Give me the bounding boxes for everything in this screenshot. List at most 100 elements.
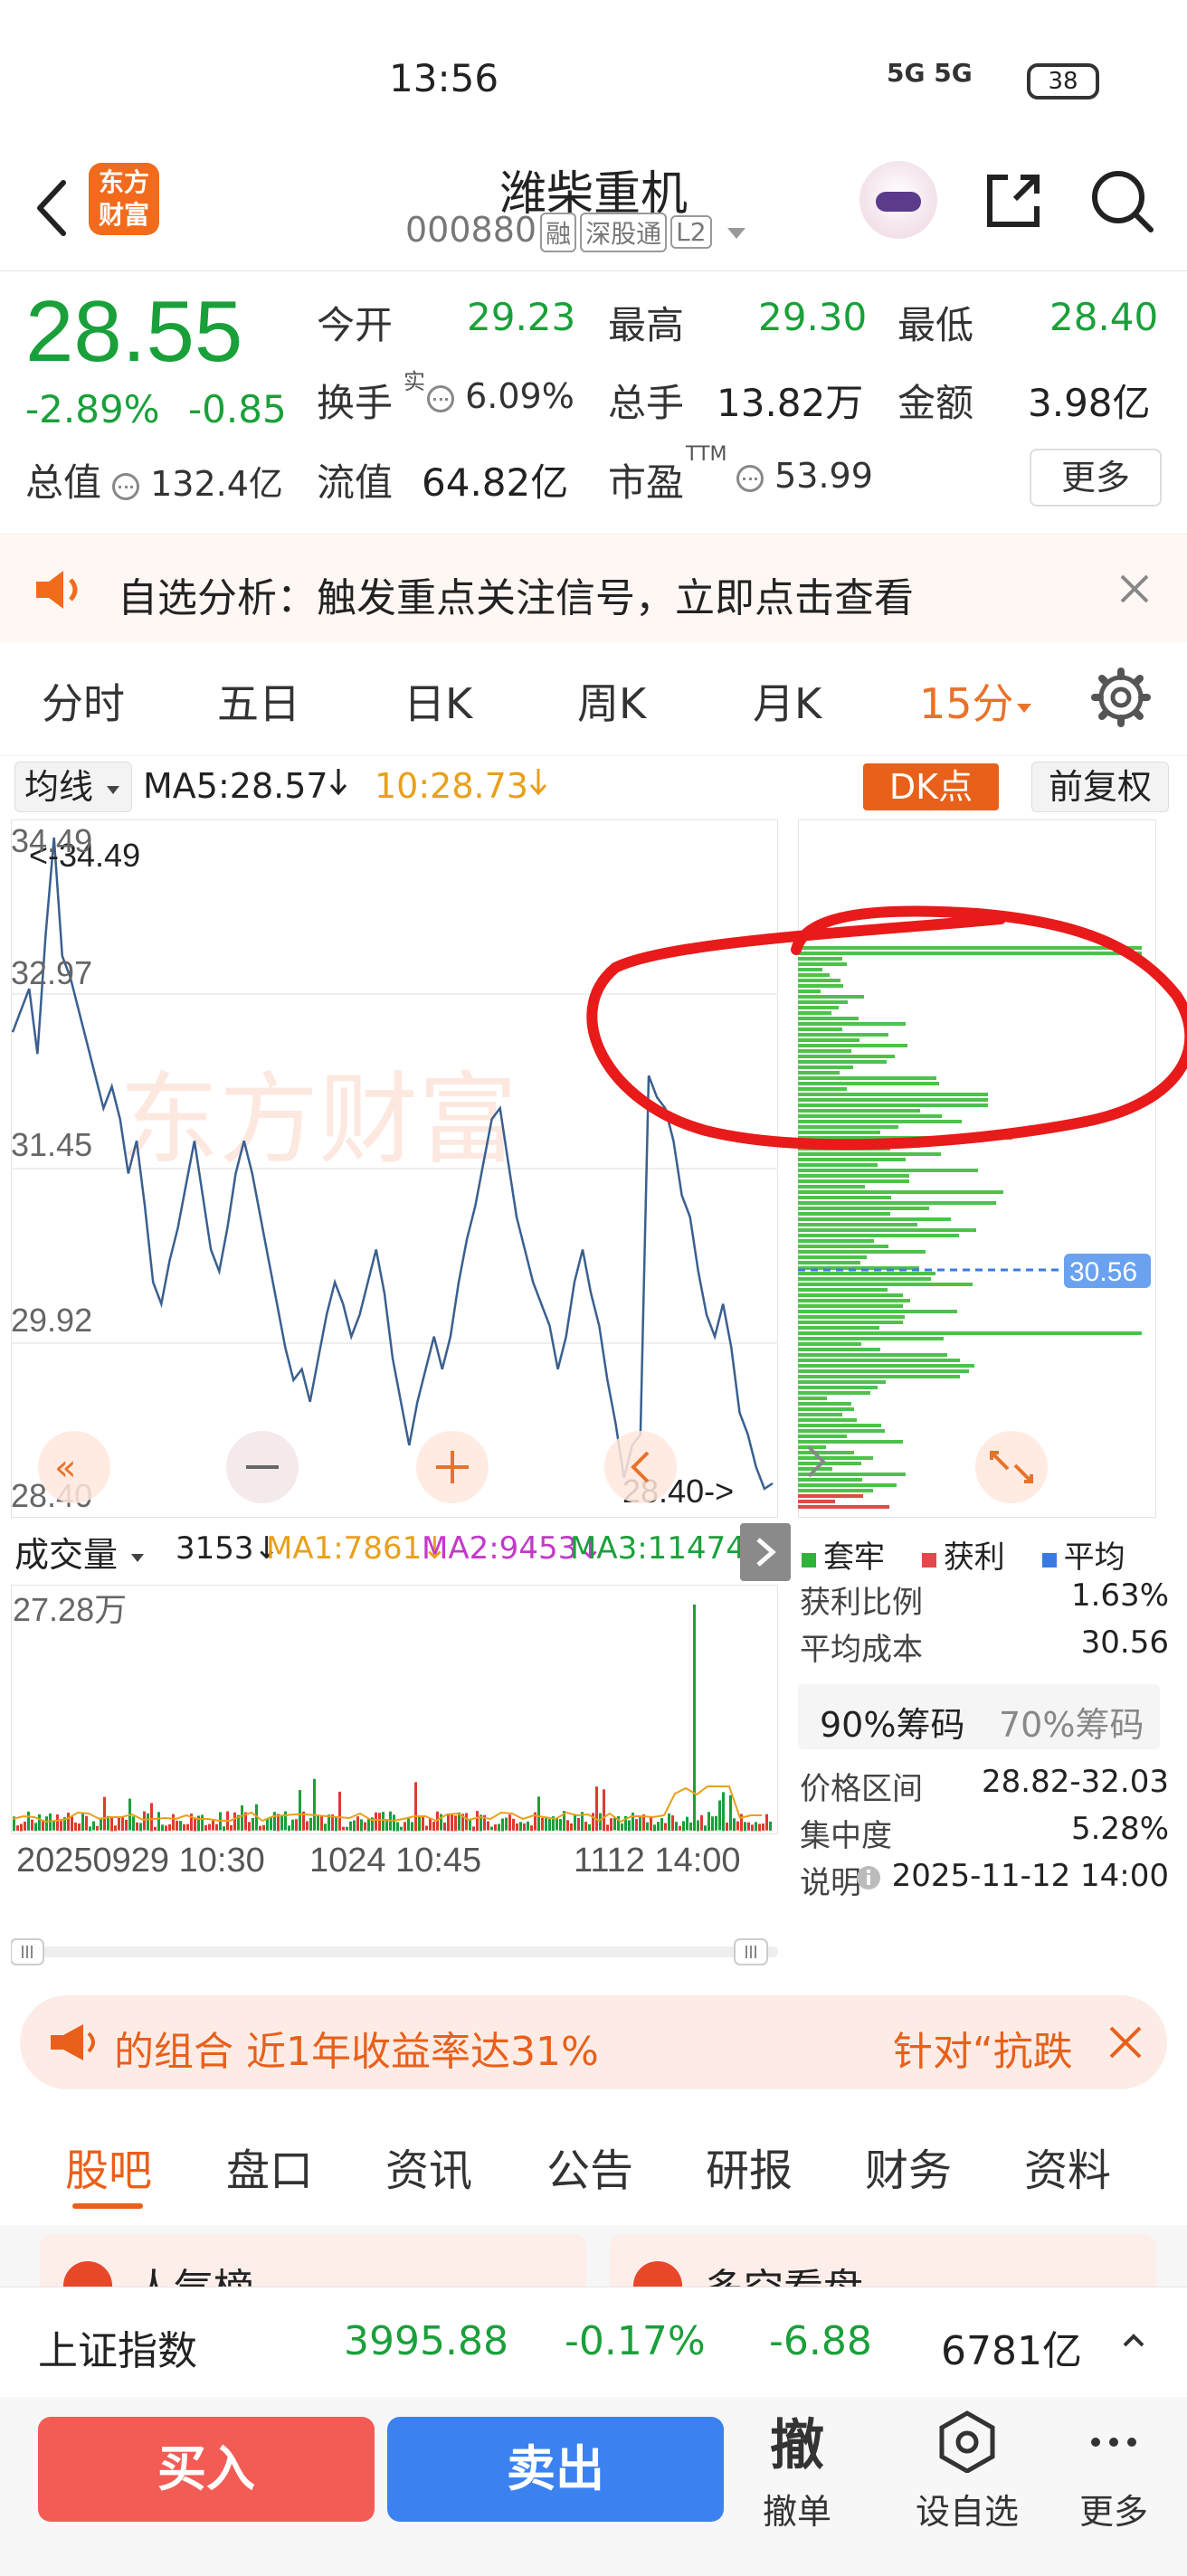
stock-code-row[interactable]: 000880 融深股通 L2 bbox=[405, 210, 750, 252]
ai-assistant-icon[interactable] bbox=[859, 161, 937, 239]
volume-bar bbox=[711, 1816, 714, 1832]
volume-bar bbox=[668, 1814, 670, 1832]
range-scrollbar[interactable] bbox=[11, 1936, 778, 1968]
gear-icon[interactable] bbox=[1089, 666, 1153, 729]
zoom-in-button[interactable] bbox=[416, 1431, 489, 1503]
scroll-left-button[interactable]: « bbox=[38, 1431, 110, 1503]
tab-daily[interactable]: 日K bbox=[404, 671, 472, 731]
tab-15min-label: 15分 bbox=[919, 679, 1014, 728]
speaker-icon bbox=[36, 571, 78, 609]
volume-bar bbox=[765, 1814, 768, 1831]
popularity-card[interactable]: 人气榜 bbox=[40, 2234, 586, 2288]
tab-forum[interactable]: 股吧 bbox=[65, 2135, 152, 2198]
sell-button[interactable]: 卖出 bbox=[387, 2417, 724, 2522]
amount-label: 金额 bbox=[897, 381, 974, 425]
dk-point-button[interactable]: DK点 bbox=[863, 763, 999, 810]
close-icon[interactable] bbox=[1106, 2022, 1145, 2062]
volume-bar bbox=[715, 1815, 717, 1831]
adjust-button[interactable]: 前复权 bbox=[1031, 762, 1169, 812]
add-watchlist-button[interactable]: 设自选 bbox=[908, 2410, 1026, 2533]
chip-bar bbox=[798, 1435, 847, 1438]
chip-bar bbox=[798, 1424, 881, 1427]
chip-bar bbox=[798, 1321, 903, 1324]
tab-chip-70[interactable]: 70%筹码 bbox=[999, 1697, 1144, 1747]
tab-profile[interactable]: 资料 bbox=[1024, 2135, 1111, 2198]
volume-bar bbox=[574, 1814, 576, 1831]
volume-bar bbox=[393, 1814, 395, 1832]
tab-five-day[interactable]: 五日 bbox=[217, 671, 300, 731]
step-left-button[interactable] bbox=[604, 1431, 677, 1503]
tab-15min[interactable]: 15分 bbox=[919, 671, 1034, 731]
volume-bar bbox=[78, 1823, 81, 1832]
more-actions-button[interactable]: 更多 bbox=[1055, 2410, 1173, 2533]
note-row[interactable]: 说明 2025-11-12 14:00 bbox=[798, 1858, 1169, 1905]
volume-bar bbox=[603, 1789, 605, 1832]
more-label: 更多 bbox=[1078, 2492, 1148, 2532]
pe-row[interactable]: 53.99 bbox=[736, 456, 873, 496]
analysis-banner[interactable]: 自选分析：触发重点关注信号，立即点击查看 bbox=[0, 534, 1187, 642]
volume-bar bbox=[313, 1778, 316, 1831]
tab-monthly[interactable]: 月K bbox=[753, 671, 821, 731]
volume-bar bbox=[570, 1823, 573, 1831]
chip-bar bbox=[798, 1500, 835, 1503]
volume-bar bbox=[584, 1822, 587, 1832]
chevron-right-icon bbox=[756, 1538, 776, 1567]
volume-bar bbox=[447, 1814, 450, 1832]
buy-button[interactable]: 买入 bbox=[38, 2417, 375, 2522]
promo-banner[interactable]: 的组合 近1年收益率达31% 针对“抗跌 bbox=[20, 1995, 1167, 2089]
chip-bar bbox=[798, 1462, 861, 1465]
volume-bar bbox=[733, 1818, 736, 1832]
promo-text: 的组合 近1年收益率达31% bbox=[114, 2029, 599, 2075]
chevron-up-icon[interactable] bbox=[1120, 2327, 1147, 2354]
volume-select[interactable]: 成交量 bbox=[14, 1527, 147, 1577]
volume-bar bbox=[197, 1815, 200, 1832]
volume-more-button[interactable] bbox=[740, 1523, 791, 1581]
volume-bar bbox=[396, 1822, 399, 1832]
search-button[interactable] bbox=[1086, 165, 1158, 237]
mktcap-row[interactable]: 132.4亿 bbox=[112, 456, 283, 506]
volume-bar bbox=[110, 1817, 113, 1832]
cancel-label: 撤单 bbox=[762, 2492, 831, 2532]
close-icon[interactable] bbox=[1116, 571, 1153, 607]
volume-bar bbox=[280, 1815, 283, 1831]
volume-bar bbox=[621, 1823, 623, 1831]
tab-financials[interactable]: 财务 bbox=[865, 2135, 952, 2198]
annotation-circle bbox=[586, 905, 1187, 1151]
volume-bar bbox=[132, 1816, 135, 1832]
volume-bar bbox=[722, 1792, 725, 1832]
chip-bar bbox=[798, 1185, 865, 1189]
share-button[interactable] bbox=[977, 165, 1049, 237]
chip-bar bbox=[798, 1483, 897, 1487]
volume-bar bbox=[346, 1826, 348, 1831]
tab-weekly[interactable]: 周K bbox=[577, 671, 646, 731]
tag-margin: 融 bbox=[540, 212, 577, 252]
volume-bar bbox=[541, 1817, 544, 1831]
chip-range-tabs: 90%筹码 70%筹码 bbox=[798, 1684, 1160, 1749]
tab-news[interactable]: 资讯 bbox=[385, 2135, 472, 2198]
chip-bar bbox=[798, 1342, 861, 1346]
fullscreen-button[interactable] bbox=[975, 1431, 1048, 1503]
tab-research[interactable]: 研报 bbox=[706, 2135, 793, 2198]
cancel-order-button[interactable]: 撤 撤单 bbox=[738, 2410, 856, 2533]
volume-bar bbox=[375, 1812, 377, 1831]
zoom-out-button[interactable] bbox=[226, 1431, 299, 1503]
tab-intraday[interactable]: 分时 bbox=[42, 671, 125, 731]
index-ticker[interactable]: 上证指数 3995.88 -0.17% -6.88 6781亿 bbox=[0, 2287, 1187, 2397]
tab-orderbook[interactable]: 盘口 bbox=[226, 2135, 313, 2198]
more-quote-button[interactable]: 更多 bbox=[1030, 449, 1162, 507]
megaphone-icon bbox=[51, 2024, 95, 2060]
volume-bar bbox=[527, 1821, 529, 1831]
volume-bar bbox=[516, 1823, 518, 1832]
turnover-row[interactable]: 6.09% bbox=[427, 376, 575, 416]
volume-bar bbox=[176, 1820, 178, 1831]
volume-chart[interactable]: 27.28万 bbox=[11, 1585, 778, 1834]
tab-announcements[interactable]: 公告 bbox=[546, 2135, 633, 2198]
long-short-card[interactable]: 多空看盘 bbox=[610, 2234, 1156, 2288]
volume-bar bbox=[512, 1818, 515, 1831]
ma-select-label: 均线 bbox=[24, 767, 94, 807]
ma-select[interactable]: 均线 bbox=[14, 762, 133, 812]
period-tabs: 分时 五日 日K 周K 月K 15分 bbox=[0, 642, 1187, 756]
tab-chip-90[interactable]: 90%筹码 bbox=[820, 1697, 964, 1747]
volume-bar bbox=[505, 1817, 508, 1831]
index-amount: 6781亿 bbox=[941, 2328, 1082, 2374]
